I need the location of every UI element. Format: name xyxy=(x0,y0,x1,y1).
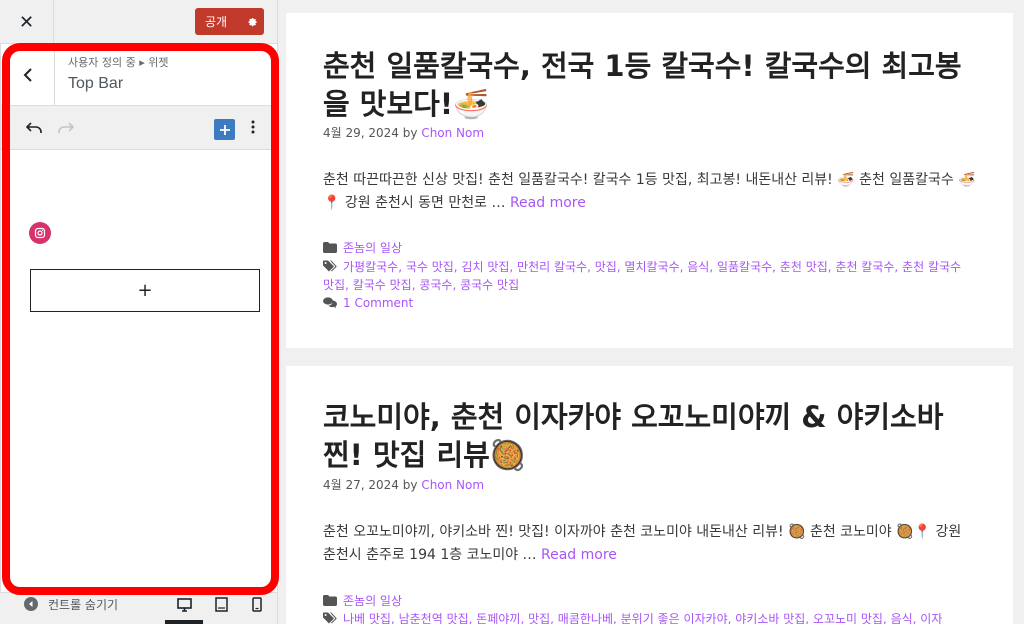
read-more-link[interactable]: Read more xyxy=(510,195,586,211)
publish-control: 공개 xyxy=(195,8,264,35)
post-by: by xyxy=(402,478,418,492)
active-device-indicator xyxy=(165,620,203,624)
excerpt-text: 춘천 따끈따끈한 신상 맛집! 춘천 일품칼국수! 칼국수 1등 맛집, 최고봉… xyxy=(323,172,976,211)
post-author-link[interactable]: Chon Nom xyxy=(421,478,484,492)
post-tags: 가평칼국수, 국수 맛집, 김치 맛집, 만천리 칼국수, 맛집, 멸치칼국수,… xyxy=(323,258,973,294)
tag-links[interactable]: 나베 맛집, 남춘천역 맛집, 돈페야끼, 맛집, 매콤한나베, 분위기 좋은 … xyxy=(343,612,942,624)
plus-icon xyxy=(219,124,230,135)
mobile-icon xyxy=(252,597,262,612)
panel-title: Top Bar xyxy=(68,75,124,92)
redo-button[interactable] xyxy=(57,120,75,139)
post-comments: 1 Comment xyxy=(323,294,973,312)
post-by: by xyxy=(402,126,418,140)
category-link[interactable]: 존놈의 일상 xyxy=(343,241,402,255)
back-button[interactable] xyxy=(1,44,55,106)
post-excerpt: 춘천 따끈따끈한 신상 맛집! 춘천 일품칼국수! 칼국수 1등 맛집, 최고봉… xyxy=(323,169,978,215)
mobile-preview-button[interactable] xyxy=(252,597,262,616)
collapse-controls-label[interactable]: 컨트롤 숨기기 xyxy=(48,596,118,613)
tablet-icon xyxy=(215,597,228,612)
more-vertical-icon xyxy=(251,120,255,134)
block-toolbar xyxy=(1,106,277,150)
add-block-button[interactable] xyxy=(214,119,235,140)
desktop-preview-button[interactable] xyxy=(177,597,192,616)
post-tags: 나베 맛집, 남춘천역 맛집, 돈페야끼, 맛집, 매콤한나베, 분위기 좋은 … xyxy=(323,610,973,624)
post-card: 코노미야, 춘천 이자카야 오꼬노미야끼 & 야키소바 찐! 맛집 리뷰🥘 4월… xyxy=(286,366,1013,624)
post-excerpt: 춘천 오꼬노미야끼, 야키소바 찐! 맛집! 이자까야 춘천 코노미야 내돈내산… xyxy=(323,521,978,567)
post-title[interactable]: 코노미야, 춘천 이자카야 오꼬노미야끼 & 야키소바 찐! 맛집 리뷰🥘 xyxy=(323,398,983,474)
tags-icon xyxy=(323,612,337,624)
gear-icon xyxy=(248,17,257,26)
breadcrumb: 사용자 정의 중 ▸ 위젯 xyxy=(68,56,169,69)
post-author-link[interactable]: Chon Nom xyxy=(421,126,484,140)
undo-icon xyxy=(25,122,42,133)
comments-icon xyxy=(323,297,337,308)
panel-header: 사용자 정의 중 ▸ 위젯 Top Bar xyxy=(1,44,277,106)
block-appender-button[interactable]: + xyxy=(30,269,260,312)
post-meta: 4월 27, 2024 by Chon Nom xyxy=(323,476,484,493)
widget-panel: 사용자 정의 중 ▸ 위젯 Top Bar + xyxy=(0,43,278,593)
post-date: 4월 27, 2024 xyxy=(323,478,399,492)
category-link[interactable]: 존놈의 일상 xyxy=(343,594,402,608)
publish-button[interactable]: 공개 xyxy=(195,13,239,30)
comments-link[interactable]: 1 Comment xyxy=(343,296,413,310)
post-meta: 4월 29, 2024 by Chon Nom xyxy=(323,124,484,141)
close-button[interactable]: ✕ xyxy=(0,0,54,44)
options-button[interactable] xyxy=(251,119,255,139)
collapse-controls-button[interactable] xyxy=(24,597,38,611)
tags-icon xyxy=(323,260,337,272)
tag-links[interactable]: 가평칼국수, 국수 맛집, 김치 맛집, 만천리 칼국수, 맛집, 멸치칼국수,… xyxy=(323,260,961,292)
customizer-sidebar: ✕ 공개 사용자 정의 중 ▸ 위젯 Top Bar + 컨트롤 숨기기 xyxy=(0,0,279,624)
folder-icon xyxy=(323,242,337,253)
read-more-link[interactable]: Read more xyxy=(541,547,617,563)
publish-settings-button[interactable] xyxy=(239,16,264,28)
post-card: 춘천 일품칼국수, 전국 1등 칼국수! 칼국수의 최고봉을 맛보다!🍜 4월 … xyxy=(286,13,1013,348)
post-categories: 존놈의 일상 xyxy=(323,592,973,610)
tablet-preview-button[interactable] xyxy=(215,597,228,616)
redo-icon xyxy=(58,122,75,133)
excerpt-text: 춘천 오꼬노미야끼, 야키소바 찐! 맛집! 이자까야 춘천 코노미야 내돈내산… xyxy=(323,524,962,563)
post-date: 4월 29, 2024 xyxy=(323,126,399,140)
post-title[interactable]: 춘천 일품칼국수, 전국 1등 칼국수! 칼국수의 최고봉을 맛보다!🍜 xyxy=(323,47,983,123)
chevron-left-icon xyxy=(23,68,32,82)
close-icon: ✕ xyxy=(18,11,35,33)
customizer-header: ✕ 공개 xyxy=(0,0,277,44)
instagram-glyph-icon xyxy=(34,227,46,239)
folder-icon xyxy=(323,595,337,606)
undo-button[interactable] xyxy=(25,120,43,139)
desktop-icon xyxy=(177,598,192,612)
post-categories: 존놈의 일상 xyxy=(323,239,973,257)
collapse-arrow-icon xyxy=(29,601,33,607)
instagram-icon[interactable] xyxy=(29,222,51,244)
